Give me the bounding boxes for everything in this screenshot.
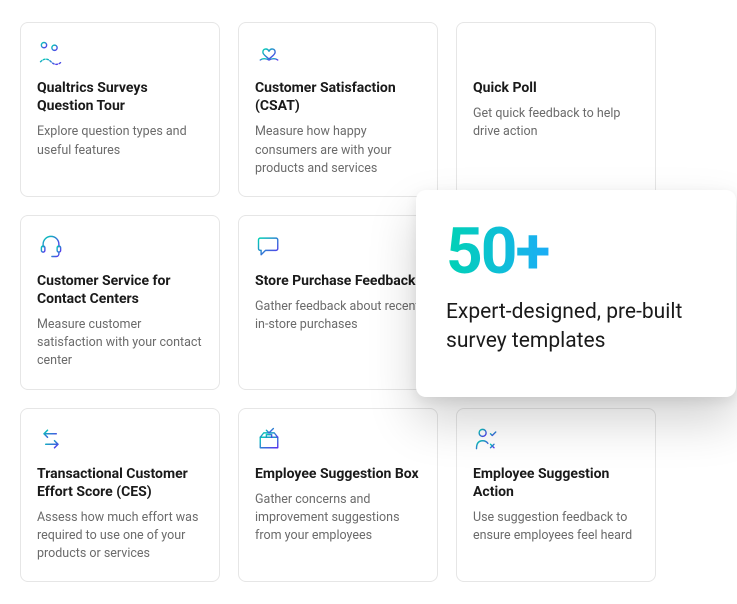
- card-title: Quick Poll: [473, 79, 639, 97]
- card-desc: Get quick feedback to help drive action: [473, 105, 639, 141]
- card-desc: Explore question types and useful featur…: [37, 123, 203, 159]
- speech-bubble-icon: [255, 232, 283, 260]
- template-card-suggestion-box[interactable]: Employee Suggestion Box Gather concerns …: [238, 408, 438, 583]
- card-desc: Use suggestion feedback to ensure employ…: [473, 509, 639, 545]
- card-desc: Measure how happy consumers are with you…: [255, 123, 421, 177]
- arrows-exchange-icon: [37, 425, 65, 453]
- callout-number: 50+: [446, 220, 706, 284]
- ballot-box-icon: [255, 425, 283, 453]
- template-card-quick-poll[interactable]: Quick Poll Get quick feedback to help dr…: [456, 22, 656, 197]
- template-count-callout: 50+ Expert-designed, pre-built survey te…: [416, 190, 736, 397]
- person-check-icon: [473, 425, 501, 453]
- bar-chart-icon: [473, 39, 501, 67]
- card-desc: Gather feedback about recent in-store pu…: [255, 298, 421, 334]
- card-desc: Gather concerns and improvement suggesti…: [255, 491, 421, 545]
- template-card-store-purchase[interactable]: Store Purchase Feedback Gather feedback …: [238, 215, 438, 390]
- card-title: Employee Suggestion Box: [255, 465, 421, 483]
- card-desc: Assess how much effort was required to u…: [37, 509, 203, 563]
- card-title: Transactional Customer Effort Score (CES…: [37, 465, 203, 501]
- card-title: Customer Service for Contact Centers: [37, 272, 203, 308]
- card-title: Store Purchase Feedback: [255, 272, 421, 290]
- template-card-csat[interactable]: Customer Satisfaction (CSAT) Measure how…: [238, 22, 438, 197]
- map-pins-icon: [37, 39, 65, 67]
- card-desc: Measure customer satisfaction with your …: [37, 316, 203, 370]
- card-title: Qualtrics Surveys Question Tour: [37, 79, 203, 115]
- card-title: Employee Suggestion Action: [473, 465, 639, 501]
- heart-hands-icon: [255, 39, 283, 67]
- template-card-question-tour[interactable]: Qualtrics Surveys Question Tour Explore …: [20, 22, 220, 197]
- headset-icon: [37, 232, 65, 260]
- template-card-suggestion-action[interactable]: Employee Suggestion Action Use suggestio…: [456, 408, 656, 583]
- callout-text: Expert-designed, pre-built survey templa…: [446, 298, 706, 357]
- template-card-ces[interactable]: Transactional Customer Effort Score (CES…: [20, 408, 220, 583]
- template-card-contact-centers[interactable]: Customer Service for Contact Centers Mea…: [20, 215, 220, 390]
- card-title: Customer Satisfaction (CSAT): [255, 79, 421, 115]
